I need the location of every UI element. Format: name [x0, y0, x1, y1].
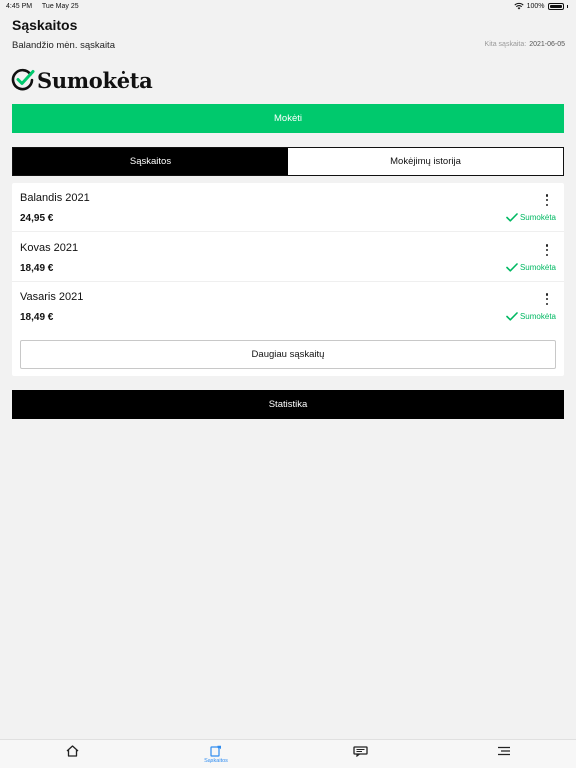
tab-payment-history[interactable]: Mokėjimų istorija — [288, 148, 563, 175]
wifi-icon — [514, 2, 524, 10]
status-date: Tue May 25 — [41, 2, 79, 10]
bills-icon — [210, 745, 221, 757]
bill-month: Kovas 2021 — [20, 242, 79, 254]
bill-amount: 18,49 € — [20, 263, 54, 274]
bill-status: Sumokėta — [506, 312, 556, 321]
next-bill-label: Kita sąskaita: — [484, 41, 527, 48]
bottom-nav: Sąskaitos — [0, 739, 576, 768]
nav-bills-label: Sąskaitos — [204, 758, 228, 764]
bill-status-text: Sumokėta — [519, 312, 556, 321]
nav-ticket[interactable] — [330, 740, 390, 768]
tab-bills[interactable]: Sąskaitos — [13, 148, 288, 175]
page-subtitle: Balandžio mėn. sąskaita — [12, 40, 115, 51]
bill-status-text: Sumokėta — [519, 263, 556, 272]
paid-banner-text: Sumokėta — [37, 67, 153, 93]
more-options-icon[interactable] — [544, 292, 550, 306]
bill-amount: 24,95 € — [20, 213, 54, 224]
battery-icon — [547, 2, 564, 10]
check-icon — [506, 263, 518, 272]
check-icon — [506, 213, 518, 222]
bill-status: Sumokėta — [506, 263, 556, 272]
page-title: Sąskaitos — [12, 17, 78, 33]
menu-icon — [498, 746, 510, 756]
bill-amount: 18,49 € — [20, 312, 54, 323]
paid-banner: Sumokėta — [11, 67, 153, 93]
bill-month: Balandis 2021 — [20, 192, 90, 204]
check-circle-icon — [11, 68, 35, 91]
more-bills-button[interactable]: Daugiau sąskaitų — [20, 340, 556, 369]
bill-row[interactable]: Kovas 2021 18,49 € Sumokėta — [12, 233, 564, 282]
bill-status-text: Sumokėta — [519, 213, 556, 222]
battery-tip — [566, 4, 568, 8]
more-options-icon[interactable] — [544, 193, 550, 207]
bills-list: Balandis 2021 24,95 € Sumokėta Kovas 202… — [12, 183, 564, 376]
nav-home[interactable] — [42, 740, 102, 768]
bill-status: Sumokėta — [506, 213, 556, 222]
pay-button[interactable]: Mokėti — [12, 104, 564, 133]
statistics-button[interactable]: Statistika — [12, 390, 564, 419]
next-bill-date: 2021-06-05 — [529, 41, 565, 48]
next-bill-info: Kita sąskaita: 2021-06-05 — [485, 41, 565, 48]
bill-row[interactable]: Balandis 2021 24,95 € Sumokėta — [12, 183, 564, 232]
ticket-icon — [352, 746, 368, 757]
status-time: 4:45 PM — [6, 2, 33, 10]
battery-percent: 100% — [526, 2, 545, 10]
tab-bar: Sąskaitos Mokėjimų istorija — [12, 147, 564, 176]
bill-row[interactable]: Vasaris 2021 18,49 € Sumokėta — [12, 282, 564, 331]
bill-month: Vasaris 2021 — [20, 291, 84, 303]
nav-menu[interactable] — [474, 740, 534, 768]
home-icon — [66, 745, 78, 757]
nav-bills[interactable]: Sąskaitos — [186, 740, 246, 768]
more-options-icon[interactable] — [544, 243, 550, 257]
status-bar: 4:45 PM Tue May 25 100% — [0, 0, 576, 12]
check-icon — [506, 312, 518, 321]
